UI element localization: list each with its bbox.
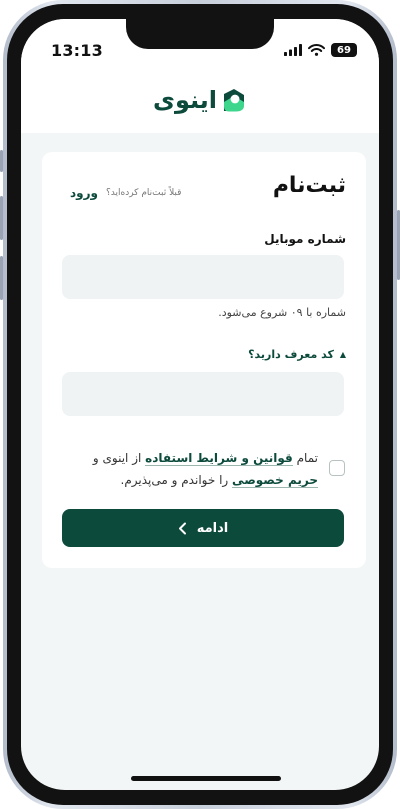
logo-text: اینوی — [152, 86, 218, 114]
page-title: ثبت‌نام — [272, 173, 346, 198]
phone-frame: 13:13 69 — [3, 0, 397, 809]
status-icons: 69 — [284, 43, 357, 57]
continue-button[interactable]: ادامه — [62, 509, 344, 547]
referral-label: کد معرف دارید؟ — [248, 348, 334, 361]
privacy-link[interactable]: حریم خصوصی — [232, 473, 318, 488]
app-header: اینوی — [21, 67, 379, 133]
phone-screen: 13:13 69 — [21, 19, 379, 790]
signup-card: ثبت‌نام قبلاً ثبت‌نام کرده‌اید؟ ورود شما… — [42, 152, 366, 568]
phone-bezel: 13:13 69 — [7, 4, 393, 805]
terms-link[interactable]: قوانین و شرایط استفاده — [145, 451, 293, 466]
terms-prefix: تمام — [296, 451, 318, 465]
wifi-icon — [308, 44, 325, 56]
camera-notch — [126, 19, 274, 49]
referral-code-input[interactable] — [62, 372, 344, 416]
mobile-input[interactable] — [62, 255, 344, 299]
login-link[interactable]: ورود — [70, 186, 98, 200]
login-prompt: قبلاً ثبت‌نام کرده‌اید؟ ورود — [70, 186, 181, 200]
app-logo: اینوی — [153, 86, 247, 114]
terms-checkbox[interactable] — [329, 460, 345, 476]
chevron-left-icon — [178, 522, 186, 534]
terms-suffix: را خواندم و می‌پذیرم. — [120, 473, 229, 487]
terms-middle: از اینوی و — [92, 451, 142, 465]
cellular-signal-icon — [284, 44, 302, 56]
mobile-label: شماره موبایل — [264, 232, 346, 246]
home-indicator — [131, 776, 281, 781]
mobile-hint: شماره با ۰۹ شروع می‌شود. — [218, 306, 346, 319]
battery-icon: 69 — [331, 43, 357, 57]
terms-text: تمام قوانین و شرایط استفاده از اینوی و ح… — [72, 447, 318, 491]
already-registered-text: قبلاً ثبت‌نام کرده‌اید؟ — [105, 188, 182, 198]
phone-device: 13:13 69 — [0, 0, 400, 809]
continue-label: ادامه — [196, 520, 229, 536]
status-time: 13:13 — [51, 41, 103, 60]
referral-toggle[interactable]: ▲ کد معرف دارید؟ — [248, 348, 346, 361]
triangle-up-icon: ▲ — [339, 350, 346, 359]
inwi-logo-icon — [224, 89, 245, 112]
